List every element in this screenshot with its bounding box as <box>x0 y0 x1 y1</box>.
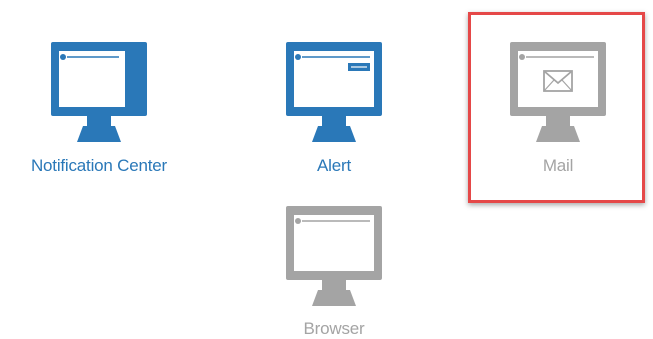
tile-browser[interactable]: Browser <box>245 164 423 338</box>
tile-label: Mail <box>542 156 574 175</box>
monitor-notification-icon <box>51 42 147 142</box>
tile-mail[interactable]: Mail <box>469 0 647 175</box>
monitor-browser-icon <box>286 206 382 306</box>
tile-label: Notification Center <box>30 156 168 175</box>
monitor-mail-icon <box>510 42 606 142</box>
notification-style-picker: Notification Center Alert Mail Browser <box>0 0 653 339</box>
monitor-alert-icon <box>286 42 382 142</box>
tile-notification-center[interactable]: Notification Center <box>10 0 188 175</box>
tile-label: Browser <box>303 319 365 338</box>
tile-alert[interactable]: Alert <box>245 0 423 175</box>
